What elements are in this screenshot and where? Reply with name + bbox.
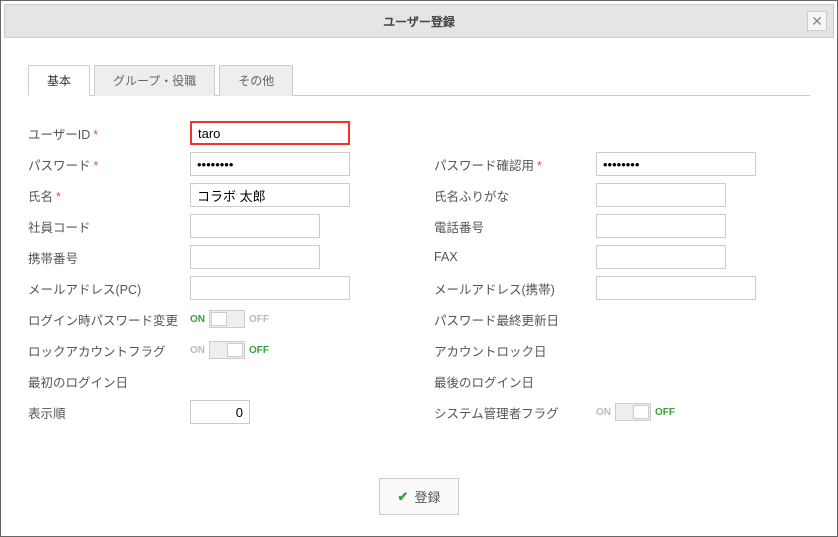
label-pw-last-updated: パスワード最終更新日 <box>434 310 596 329</box>
tab-other[interactable]: その他 <box>219 65 293 96</box>
toggle-off-label: OFF <box>249 314 269 325</box>
lock-flag-toggle[interactable]: ON OFF <box>190 341 269 359</box>
toggle-knob <box>211 312 227 326</box>
label-mail-pc: メールアドレス(PC) <box>28 279 190 298</box>
left-column: ユーザーID* パスワード* 氏名* <box>28 118 404 428</box>
mail-mobile-input[interactable] <box>596 276 756 300</box>
label-display-order: 表示順 <box>28 403 190 422</box>
submit-button[interactable]: ✔ 登録 <box>379 478 460 515</box>
label-first-login: 最初のログイン日 <box>28 372 190 391</box>
close-icon: ✕ <box>811 13 823 30</box>
label-account-lock-date: アカウントロック日 <box>434 341 596 360</box>
label-password-confirm: パスワード確認用* <box>434 155 596 174</box>
label-sysadmin-flag: システム管理者フラグ <box>434 403 596 422</box>
label-pw-change-on-login: ログイン時パスワード変更 <box>28 310 190 329</box>
toggle-track[interactable] <box>615 403 651 421</box>
toggle-on-label: ON <box>596 407 611 418</box>
dialog-body: 基本 グループ・役職 その他 ユーザーID* パスワード* <box>4 38 834 535</box>
sysadmin-flag-toggle[interactable]: ON OFF <box>596 403 675 421</box>
toggle-off-label: OFF <box>655 407 675 418</box>
emp-code-input[interactable] <box>190 214 320 238</box>
dialog-header: ユーザー登録 ✕ <box>4 4 834 38</box>
label-mobile: 携帯番号 <box>28 248 190 267</box>
label-name-kana: 氏名ふりがな <box>434 186 596 205</box>
tab-bar: 基本 グループ・役職 その他 <box>28 64 810 96</box>
submit-label: 登録 <box>414 487 440 506</box>
check-icon: ✔ <box>398 489 409 505</box>
pw-change-toggle[interactable]: ON OFF <box>190 310 269 328</box>
name-input[interactable] <box>190 183 350 207</box>
label-last-login: 最後のログイン日 <box>434 372 596 391</box>
label-fax: FAX <box>434 250 596 264</box>
label-password: パスワード* <box>28 155 190 174</box>
mobile-input[interactable] <box>190 245 320 269</box>
toggle-track[interactable] <box>209 341 245 359</box>
name-kana-input[interactable] <box>596 183 726 207</box>
label-phone: 電話番号 <box>434 217 596 236</box>
toggle-knob <box>633 405 649 419</box>
dialog-title: ユーザー登録 <box>383 13 455 30</box>
phone-input[interactable] <box>596 214 726 238</box>
right-column: - パスワード確認用* 氏名ふりがな 電話番号 <box>434 118 810 428</box>
form-area: ユーザーID* パスワード* 氏名* <box>28 118 810 428</box>
password-confirm-input[interactable] <box>596 152 756 176</box>
toggle-knob <box>227 343 243 357</box>
toggle-on-label: ON <box>190 314 205 325</box>
label-user-id: ユーザーID* <box>28 124 190 143</box>
tab-group-role[interactable]: グループ・役職 <box>94 65 215 96</box>
label-mail-mobile: メールアドレス(携帯) <box>434 279 596 298</box>
user-id-input[interactable] <box>190 121 350 145</box>
mail-pc-input[interactable] <box>190 276 350 300</box>
toggle-off-label: OFF <box>249 345 269 356</box>
label-lock-flag: ロックアカウントフラグ <box>28 341 190 360</box>
toggle-on-label: ON <box>190 345 205 356</box>
fax-input[interactable] <box>596 245 726 269</box>
password-input[interactable] <box>190 152 350 176</box>
close-button[interactable]: ✕ <box>807 11 827 31</box>
footer: ✔ 登録 <box>28 478 810 515</box>
label-emp-code: 社員コード <box>28 217 190 236</box>
toggle-track[interactable] <box>209 310 245 328</box>
tab-basic[interactable]: 基本 <box>28 65 90 96</box>
label-name: 氏名* <box>28 186 190 205</box>
display-order-input[interactable] <box>190 400 250 424</box>
